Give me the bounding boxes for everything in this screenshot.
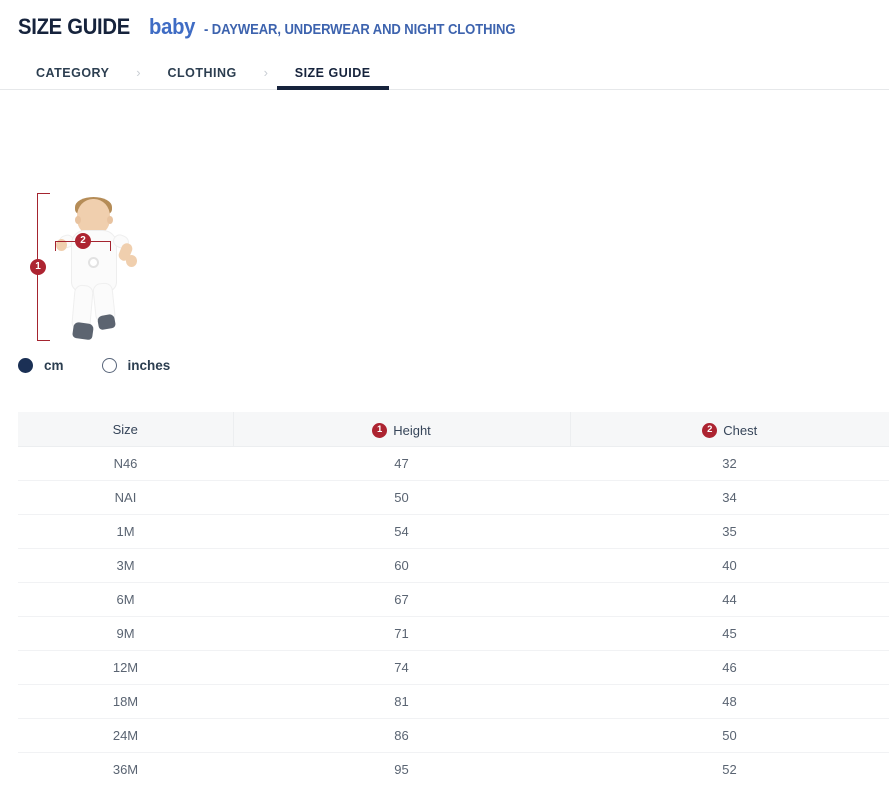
- column-header-chest-label: Chest: [723, 423, 757, 438]
- column-header-size: Size: [18, 412, 233, 447]
- page-title: SIZE GUIDE baby - DAYWEAR, UNDERWEAR AND…: [18, 14, 889, 40]
- table-body: N464732NAI50341M54353M60406M67449M714512…: [18, 447, 889, 787]
- table-row: 6M6744: [18, 583, 889, 617]
- breadcrumb-item-category[interactable]: CATEGORY: [18, 56, 127, 89]
- cell-chest: 40: [570, 549, 889, 583]
- baby-ear-right: [107, 216, 113, 224]
- measure-marker-2: 2: [75, 233, 91, 249]
- measure-marker-1: 1: [30, 259, 46, 275]
- unit-option-cm[interactable]: cm: [18, 358, 64, 373]
- cell-size: 12M: [18, 651, 233, 685]
- table-head: Size 1 Height 2 Chest: [18, 412, 889, 447]
- cell-height: 67: [233, 583, 570, 617]
- cell-chest: 46: [570, 651, 889, 685]
- cell-size: 18M: [18, 685, 233, 719]
- measure-badge-2: 2: [702, 423, 717, 438]
- table-row: 18M8148: [18, 685, 889, 719]
- page-title-main: SIZE GUIDE: [18, 14, 130, 40]
- breadcrumb-item-category-label: CATEGORY: [36, 66, 109, 80]
- baby-hand-right: [126, 255, 137, 267]
- breadcrumb: CATEGORY › CLOTHING › SIZE GUIDE: [0, 56, 889, 90]
- cell-size: 36M: [18, 753, 233, 787]
- height-measure-cap-bottom: [37, 340, 50, 341]
- cell-chest: 32: [570, 447, 889, 481]
- page-header: SIZE GUIDE baby - DAYWEAR, UNDERWEAR AND…: [0, 0, 889, 40]
- size-guide-table: Size 1 Height 2 Chest N464732NAI50341M54…: [18, 412, 889, 786]
- cell-size: 3M: [18, 549, 233, 583]
- column-header-height-label: Height: [393, 423, 431, 438]
- measure-marker-2-label: 2: [80, 236, 86, 246]
- breadcrumb-item-size-guide-label: SIZE GUIDE: [295, 66, 371, 80]
- cell-size: 6M: [18, 583, 233, 617]
- baby-ear-left: [75, 216, 81, 224]
- unit-option-inches[interactable]: inches: [102, 358, 171, 373]
- column-header-chest: 2 Chest: [570, 412, 889, 447]
- cell-height: 54: [233, 515, 570, 549]
- table-row: N464732: [18, 447, 889, 481]
- radio-inches-icon[interactable]: [102, 358, 117, 373]
- column-header-height: 1 Height: [233, 412, 570, 447]
- cell-chest: 45: [570, 617, 889, 651]
- page-title-accent: baby: [149, 14, 195, 40]
- measurement-figure: 1 2: [18, 193, 198, 353]
- table-row: NAI5034: [18, 481, 889, 515]
- cell-size: 9M: [18, 617, 233, 651]
- measurement-figure-zone: 1 2: [0, 90, 889, 343]
- cell-height: 50: [233, 481, 570, 515]
- cell-height: 60: [233, 549, 570, 583]
- table-row: 24M8650: [18, 719, 889, 753]
- table-row: 12M7446: [18, 651, 889, 685]
- cell-height: 95: [233, 753, 570, 787]
- breadcrumb-item-clothing-label: CLOTHING: [167, 66, 236, 80]
- radio-cm-icon[interactable]: [18, 358, 33, 373]
- cell-size: 1M: [18, 515, 233, 549]
- baby-shoe-right: [97, 314, 116, 331]
- table-row: 1M5435: [18, 515, 889, 549]
- column-header-size-label: Size: [113, 422, 138, 437]
- cell-chest: 34: [570, 481, 889, 515]
- cell-height: 71: [233, 617, 570, 651]
- baby-photo: [54, 197, 162, 349]
- table-row: 3M6040: [18, 549, 889, 583]
- table-header-row: Size 1 Height 2 Chest: [18, 412, 889, 447]
- breadcrumb-item-size-guide[interactable]: SIZE GUIDE: [277, 56, 389, 89]
- cell-height: 74: [233, 651, 570, 685]
- unit-option-inches-label: inches: [128, 358, 171, 373]
- measure-badge-1: 1: [372, 423, 387, 438]
- page-title-subtitle: - DAYWEAR, UNDERWEAR AND NIGHT CLOTHING: [204, 22, 515, 38]
- cell-size: NAI: [18, 481, 233, 515]
- height-measure-cap-top: [37, 193, 50, 194]
- cell-chest: 50: [570, 719, 889, 753]
- unit-option-cm-label: cm: [44, 358, 64, 373]
- cell-chest: 44: [570, 583, 889, 617]
- chevron-right-icon: ›: [127, 56, 149, 89]
- cell-size: N46: [18, 447, 233, 481]
- unit-selector: cm inches: [18, 358, 208, 373]
- cell-chest: 35: [570, 515, 889, 549]
- cell-chest: 52: [570, 753, 889, 787]
- cell-height: 81: [233, 685, 570, 719]
- measure-marker-1-label: 1: [35, 262, 41, 272]
- baby-romper-button: [88, 257, 99, 268]
- cell-height: 86: [233, 719, 570, 753]
- cell-height: 47: [233, 447, 570, 481]
- baby-shoe-left: [72, 322, 94, 341]
- table-row: 36M9552: [18, 753, 889, 787]
- table-row: 9M7145: [18, 617, 889, 651]
- breadcrumb-item-clothing[interactable]: CLOTHING: [149, 56, 254, 89]
- cell-chest: 48: [570, 685, 889, 719]
- cell-size: 24M: [18, 719, 233, 753]
- chevron-right-icon: ›: [255, 56, 277, 89]
